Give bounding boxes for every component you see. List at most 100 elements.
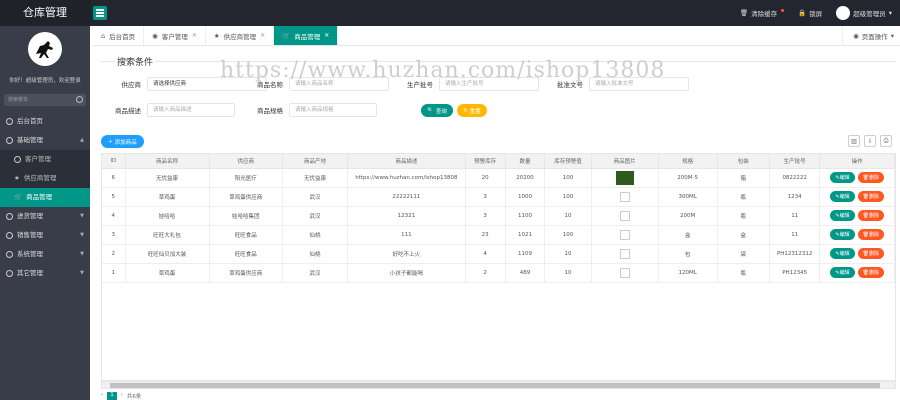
sidebar-item-label: 系统管理: [17, 250, 43, 258]
sidebar-item-label: 销售管理: [17, 231, 43, 239]
edit-button[interactable]: ✎ 编辑: [830, 267, 855, 278]
reset-button[interactable]: ↻ 重置: [457, 104, 487, 117]
column-header[interactable]: 供应商: [209, 154, 284, 169]
sidebar-item-home[interactable]: 后台首页: [0, 112, 90, 131]
approval-input[interactable]: 请输入批准文号: [589, 77, 689, 91]
delete-button[interactable]: 🗑 删除: [857, 172, 884, 183]
lock-screen-button[interactable]: 🔒 锁屏: [798, 8, 822, 18]
cell-pack: 瓶: [717, 187, 771, 207]
cell-name: 旺旺仙贝加大装: [125, 244, 210, 264]
column-header[interactable]: 商品产地: [282, 154, 349, 169]
column-header[interactable]: 包装: [717, 154, 771, 169]
delete-label: 删除: [868, 213, 879, 219]
column-header[interactable]: 商品名称: [125, 154, 210, 169]
cell-desc: 12321: [347, 206, 466, 226]
broken-image-icon[interactable]: [619, 229, 630, 240]
export-icon[interactable]: ⇩: [864, 135, 876, 147]
spec-input[interactable]: 请输入商品规格: [289, 103, 377, 117]
broken-image-icon[interactable]: [619, 267, 630, 278]
close-icon[interactable]: ✕: [324, 32, 329, 39]
sidebar-item-products[interactable]: 🛒 商品管理: [0, 188, 90, 207]
delete-button[interactable]: 🗑 删除: [857, 267, 884, 278]
edit-button[interactable]: ✎ 编辑: [830, 210, 855, 221]
table-row[interactable]: 2 旺旺仙贝加大装 旺旺食品 仙桃 好吃不上火 4 1109 10 包袋 PH12312312 ✎ …: [102, 244, 895, 264]
pager-current-page[interactable]: 1: [107, 392, 117, 400]
field-approval: 批准文号 请输入批准文号: [543, 77, 689, 91]
pager-next-icon[interactable]: ›: [121, 392, 123, 400]
edit-label: 编辑: [839, 270, 850, 276]
tab-label: 后台首页: [109, 32, 136, 41]
column-header[interactable]: 商品描述: [347, 154, 466, 169]
column-header[interactable]: 库存预警值: [544, 154, 592, 169]
target-icon: ◉: [853, 32, 859, 40]
cell-supplier: 草鸡蛋供应商: [209, 187, 284, 207]
sidebar-search-input[interactable]: 搜索菜单: [4, 94, 86, 106]
edit-button[interactable]: ✎ 编辑: [830, 248, 855, 259]
product-thumbnail[interactable]: [615, 170, 634, 185]
sidebar-item-purchase[interactable]: 进货管理 ▼: [0, 207, 90, 226]
user-menu[interactable]: 超级管理员 ▾: [836, 6, 892, 20]
delete-button[interactable]: 🗑 删除: [857, 248, 884, 259]
broken-image-icon[interactable]: [619, 210, 630, 221]
sidebar-item-customers[interactable]: 客户管理: [0, 150, 90, 169]
field-label: 商品描述: [115, 107, 141, 115]
columns-icon[interactable]: ▥: [848, 135, 860, 147]
apps-icon: [6, 270, 13, 277]
column-header[interactable]: ID: [102, 154, 126, 169]
table-row[interactable]: 6 无忧益康 阳光医疗 无忧益康 https://www.huzhan.com/isho…: [102, 168, 895, 188]
pagination: ‹ 1 › 共6条: [101, 392, 141, 400]
close-icon[interactable]: ✕: [192, 32, 197, 39]
column-header[interactable]: 生产批号: [769, 154, 821, 169]
column-header[interactable]: 数量: [505, 154, 546, 169]
delete-button[interactable]: 🗑 删除: [857, 229, 884, 240]
broken-image-icon[interactable]: [619, 191, 630, 202]
pager-prev-icon[interactable]: ‹: [101, 392, 103, 400]
cell-desc: 好吃不上火: [347, 244, 466, 264]
description-input[interactable]: 请输入商品描述: [147, 103, 235, 117]
sidebar-item-other[interactable]: 其它管理 ▼: [0, 264, 90, 283]
cell-product-image: [591, 206, 659, 226]
delete-button[interactable]: 🗑 删除: [857, 191, 884, 202]
edit-button[interactable]: ✎ 编辑: [830, 229, 855, 240]
tab-suppliers[interactable]: ★ 供应商管理 ✕: [206, 26, 275, 45]
search-icon[interactable]: [76, 96, 83, 103]
sidebar-item-system[interactable]: 系统管理 ▼: [0, 245, 90, 264]
sidebar-item-sales[interactable]: 销售管理 ▼: [0, 226, 90, 245]
sidebar-item-basic[interactable]: 基础管理 ▲: [0, 131, 90, 150]
broken-image-icon[interactable]: [619, 248, 630, 259]
column-header[interactable]: 商品图片: [591, 154, 659, 169]
page-operations-menu[interactable]: ◉ 页面操作 ▾: [842, 26, 894, 46]
edit-button[interactable]: ✎ 编辑: [830, 172, 855, 183]
cart-icon: 🛒: [14, 193, 23, 201]
scrollbar-thumb[interactable]: [110, 383, 880, 388]
batch-input[interactable]: 请输入生产批号: [439, 77, 539, 91]
product-name-input[interactable]: 请输入商品名称: [289, 77, 389, 91]
table-row[interactable]: 5 草鸡蛋 草鸡蛋供应商 武汉 22222111 3 1000 100 300ML 瓶 1234 ✎ …: [102, 187, 895, 207]
search-button[interactable]: 🔍 查询: [421, 104, 453, 117]
column-header[interactable]: 规格: [658, 154, 718, 169]
gear-icon: [6, 251, 13, 258]
table-row[interactable]: 1 草鸡蛋 草鸡蛋供应商 武汉 小孩子都能喝 2 489 10 120ML 瓶 PH12345 ✎ 编…: [102, 263, 895, 283]
cell-batch: 0822222: [769, 168, 821, 188]
edit-button[interactable]: ✎ 编辑: [830, 191, 855, 202]
table-row[interactable]: 4 娃哈哈 娃哈哈集团 武汉 12321 3 1100 10 200M 瓶 11 ✎ 编辑 🗑 删除: [102, 206, 895, 226]
horizontal-scrollbar[interactable]: [101, 381, 896, 389]
clear-cache-button[interactable]: 🗑 清除缓存: [740, 8, 785, 18]
tab-home[interactable]: ⌂ 后台首页: [93, 26, 145, 45]
delete-button[interactable]: 🗑 删除: [857, 210, 884, 221]
sidebar-item-suppliers[interactable]: ★ 供应商管理: [0, 169, 90, 188]
edit-label: 编辑: [839, 232, 850, 238]
column-header[interactable]: 预警库存: [465, 154, 506, 169]
close-icon[interactable]: ✕: [260, 32, 265, 39]
print-icon[interactable]: ⎙: [880, 135, 892, 147]
menu-toggle-icon[interactable]: [93, 6, 107, 20]
cell-batch: 11: [769, 206, 821, 226]
search-button-label: 查询: [435, 108, 447, 115]
add-product-button[interactable]: + 添加商品: [101, 135, 144, 148]
tab-bar: ⌂ 后台首页 ◉ 客户管理 ✕ ★ 供应商管理 ✕ 🛒 商品管理 ✕ ◉ 页面操作 ▾: [93, 26, 900, 46]
table-row[interactable]: 3 旺旺大礼包 旺旺食品 仙桃 111 23 1021 100 盒盒 11 ✎ 编辑 🗑 删除: [102, 225, 895, 245]
cell-id: 1: [102, 263, 126, 283]
tab-customers[interactable]: ◉ 客户管理 ✕: [144, 26, 206, 45]
tab-products[interactable]: 🛒 商品管理 ✕: [274, 26, 339, 45]
cell-product-image: [591, 263, 659, 283]
